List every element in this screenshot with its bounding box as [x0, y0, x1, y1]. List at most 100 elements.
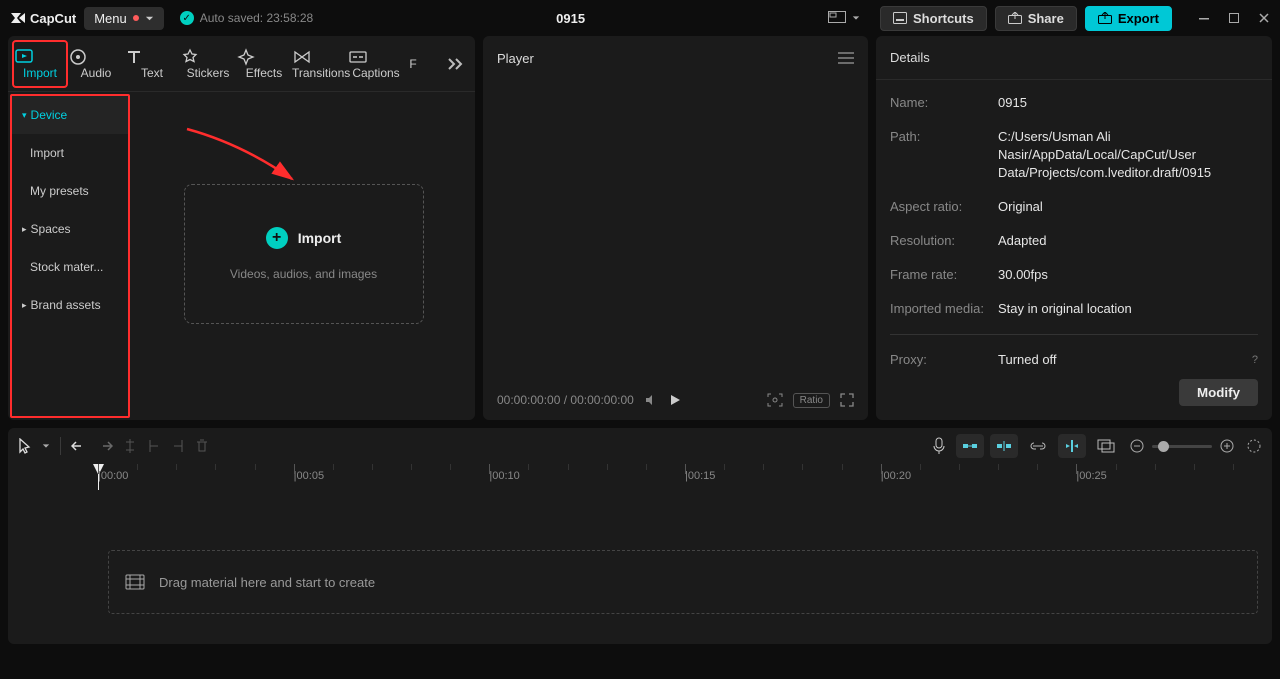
detail-label: Name: — [890, 94, 998, 112]
player-viewport[interactable] — [483, 80, 868, 380]
export-label: Export — [1118, 11, 1159, 26]
zoom-slider[interactable] — [1152, 445, 1212, 448]
trim-right-button[interactable] — [171, 438, 185, 454]
delete-button[interactable] — [195, 438, 209, 454]
tab-import[interactable]: Import — [12, 40, 68, 88]
tab-effects[interactable]: Effects — [236, 42, 292, 86]
zoom-in-icon — [1220, 439, 1234, 453]
split-button[interactable] — [123, 438, 137, 454]
shortcuts-label: Shortcuts — [913, 11, 974, 26]
details-header: Details — [876, 36, 1272, 80]
redo-button[interactable] — [97, 439, 113, 453]
share-label: Share — [1028, 11, 1064, 26]
detail-label: Imported media: — [890, 300, 998, 318]
trim-right-icon — [171, 438, 185, 454]
trim-left-button[interactable] — [147, 438, 161, 454]
ruler-tick: |00:25 — [1076, 464, 1272, 490]
tab-text[interactable]: Text — [124, 42, 180, 86]
timeline-drop-zone[interactable]: Drag material here and start to create — [108, 550, 1258, 614]
sidebar-item-spaces[interactable]: ▸Spaces — [12, 210, 128, 248]
sidebar-item-brand-assets[interactable]: ▸Brand assets — [12, 286, 128, 324]
player-menu-button[interactable] — [838, 52, 854, 64]
player-title: Player — [497, 51, 534, 66]
undo-button[interactable] — [71, 439, 87, 453]
detail-label: Aspect ratio: — [890, 198, 998, 216]
tab-stickers[interactable]: Stickers — [180, 42, 236, 86]
double-chevron-right-icon — [447, 57, 465, 71]
import-drop-box[interactable]: + Import Videos, audios, and images — [184, 184, 424, 324]
volume-button[interactable] — [644, 393, 658, 407]
record-audio-button[interactable] — [932, 437, 946, 455]
undo-icon — [71, 439, 87, 453]
tool-dropdown[interactable] — [42, 442, 50, 450]
caret-down-icon: ▾ — [22, 110, 27, 121]
trim-left-icon — [147, 438, 161, 454]
detail-row-resolution: Resolution:Adapted — [890, 232, 1258, 250]
snap-chip-group — [956, 434, 1120, 458]
detail-value: 0915 — [998, 94, 1258, 112]
menu-button[interactable]: Menu — [84, 7, 164, 30]
tab-audio[interactable]: Audio — [68, 42, 124, 86]
tab-transitions[interactable]: Transitions — [292, 42, 348, 86]
tab-label: Transitions — [292, 66, 350, 80]
tab-label: F — [409, 57, 416, 71]
media-panel-body: ▾Device Import My presets ▸Spaces Stock … — [8, 92, 475, 420]
share-button[interactable]: Share — [995, 6, 1077, 31]
tabs-scroll-right[interactable] — [447, 57, 465, 71]
zoom-handle[interactable] — [1158, 441, 1169, 452]
export-button[interactable]: Export — [1085, 6, 1172, 31]
help-icon[interactable]: ? — [1252, 351, 1258, 369]
import-icon — [14, 48, 66, 66]
capcut-logo-icon — [10, 10, 26, 26]
maximize-icon — [1228, 12, 1240, 24]
play-button[interactable] — [668, 393, 682, 407]
tab-captions[interactable]: Captions — [348, 42, 404, 86]
detail-label: Resolution: — [890, 232, 998, 250]
sidebar-item-label: Stock mater... — [30, 260, 103, 274]
auto-snap-button[interactable] — [990, 434, 1018, 458]
detail-value-wrap: Turned off? — [998, 351, 1258, 369]
modify-button[interactable]: Modify — [1179, 379, 1258, 406]
selection-tool[interactable] — [18, 438, 32, 454]
sidebar-item-label: My presets — [30, 184, 89, 198]
linkage-button[interactable] — [1024, 434, 1052, 458]
tab-filters[interactable]: F — [404, 51, 422, 77]
sidebar-item-device[interactable]: ▾Device — [12, 96, 128, 134]
layout-picker[interactable] — [828, 11, 860, 25]
shortcuts-button[interactable]: Shortcuts — [880, 6, 987, 31]
zoom-in-button[interactable] — [1220, 439, 1234, 453]
caret-right-icon: ▸ — [22, 300, 27, 311]
player-header: Player — [483, 36, 868, 80]
stickers-icon — [180, 48, 236, 66]
scale-button[interactable] — [767, 393, 783, 407]
ruler-tick: |00:20 — [881, 464, 1077, 490]
zoom-fit-button[interactable] — [1246, 439, 1262, 453]
transitions-icon — [292, 48, 348, 66]
details-body: Name:0915 Path:C:/Users/Usman Ali Nasir/… — [876, 80, 1272, 379]
timeline-ruler[interactable]: |00:00 |00:05 |00:10 |00:15 |00:20 |00:2… — [8, 464, 1272, 490]
preview-axis-button[interactable] — [1058, 434, 1086, 458]
sidebar-item-import[interactable]: Import — [12, 134, 128, 172]
title-bar-right: Shortcuts Share Export — [880, 6, 1270, 31]
close-button[interactable] — [1258, 12, 1270, 24]
ruler-tick: |00:00 — [98, 464, 294, 490]
ruler-tick: |00:10 — [489, 464, 685, 490]
zoom-out-button[interactable] — [1130, 439, 1144, 453]
minimize-button[interactable] — [1198, 12, 1210, 24]
chevron-down-icon — [852, 14, 860, 22]
captions-icon — [348, 48, 404, 66]
fullscreen-button[interactable] — [840, 393, 854, 407]
sidebar-item-my-presets[interactable]: My presets — [12, 172, 128, 210]
ratio-badge[interactable]: Ratio — [793, 393, 830, 408]
notification-dot-icon — [133, 15, 139, 21]
detail-label: Proxy: — [890, 351, 998, 369]
cursor-icon — [18, 438, 32, 454]
sidebar-item-stock-materials[interactable]: Stock mater... — [12, 248, 128, 286]
tab-label: Text — [141, 66, 163, 80]
cover-button[interactable] — [1092, 434, 1120, 458]
maximize-button[interactable] — [1228, 12, 1240, 24]
main-track-magnet-button[interactable] — [956, 434, 984, 458]
detail-value: 30.00fps — [998, 266, 1258, 284]
cover-icon — [1097, 439, 1115, 453]
detail-value: Adapted — [998, 232, 1258, 250]
